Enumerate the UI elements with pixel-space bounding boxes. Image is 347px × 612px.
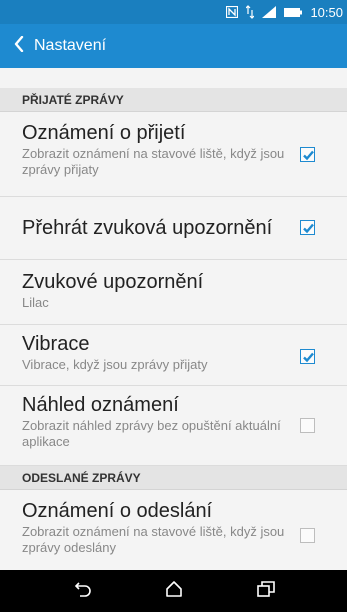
data-arrows-icon bbox=[246, 5, 255, 19]
nfc-icon bbox=[226, 6, 239, 18]
clock: 10:50 bbox=[310, 4, 343, 20]
setting-subtitle: Lilac bbox=[22, 295, 49, 310]
nav-recents-button[interactable] bbox=[236, 570, 296, 612]
setting-vibration[interactable]: Vibrace Vibrace, když jsou zprávy přijat… bbox=[0, 325, 347, 386]
setting-send-notification[interactable]: Oznámení o odeslání Zobrazit oznámení na… bbox=[0, 490, 347, 570]
navigation-bar bbox=[0, 570, 347, 612]
setting-title: Oznámení o přijetí bbox=[22, 122, 186, 144]
setting-subtitle: Zobrazit oznámení na stavové liště, když… bbox=[22, 524, 285, 555]
section-header-received: PŘIJATÉ ZPRÁVY bbox=[0, 88, 347, 112]
setting-title: Zvukové upozornění bbox=[22, 271, 204, 293]
setting-subtitle: Vibrace, když jsou zprávy přijaty bbox=[22, 357, 208, 372]
setting-subtitle: Zobrazit náhled zprávy bez opuštění aktu… bbox=[22, 418, 281, 449]
setting-title: Přehrát zvuková upozornění bbox=[22, 217, 273, 239]
app-bar: Nastavení bbox=[0, 24, 347, 68]
vibration-checkbox[interactable] bbox=[300, 349, 315, 364]
nav-back-button[interactable] bbox=[52, 570, 112, 612]
chevron-left-icon bbox=[14, 35, 24, 57]
status-bar: 10:50 bbox=[0, 0, 347, 24]
setting-receive-notification[interactable]: Oznámení o přijetí Zobrazit oznámení na … bbox=[0, 112, 347, 197]
home-icon bbox=[165, 580, 183, 602]
battery-icon bbox=[284, 7, 303, 17]
setting-sound-alert[interactable]: Zvukové upozornění Lilac bbox=[0, 260, 347, 325]
section-header-sent: ODESLANÉ ZPRÁVY bbox=[0, 466, 347, 490]
setting-title: Vibrace bbox=[22, 333, 90, 355]
recents-icon bbox=[257, 580, 275, 602]
back-button[interactable]: Nastavení bbox=[0, 24, 106, 68]
setting-subtitle: Zobrazit oznámení na stavové liště, když… bbox=[22, 146, 285, 177]
setting-title: Náhled oznámení bbox=[22, 394, 179, 416]
notification-preview-checkbox[interactable] bbox=[300, 418, 315, 433]
nav-home-button[interactable] bbox=[144, 570, 204, 612]
back-icon bbox=[73, 581, 91, 602]
receive-notification-checkbox[interactable] bbox=[300, 147, 315, 162]
send-notification-checkbox[interactable] bbox=[300, 528, 315, 543]
setting-play-sound-alerts[interactable]: Přehrát zvuková upozornění bbox=[0, 197, 347, 260]
setting-notification-preview[interactable]: Náhled oznámení Zobrazit náhled zprávy b… bbox=[0, 386, 347, 466]
signal-icon bbox=[262, 6, 277, 18]
play-sound-alerts-checkbox[interactable] bbox=[300, 220, 315, 235]
setting-title: Oznámení o odeslání bbox=[22, 500, 213, 522]
page-title: Nastavení bbox=[34, 37, 107, 54]
